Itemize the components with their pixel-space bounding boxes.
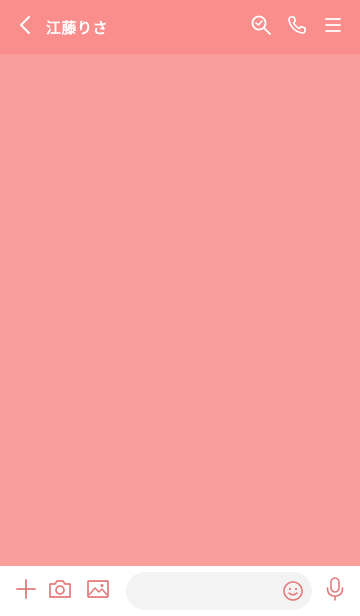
mic-icon — [324, 576, 346, 606]
search-button[interactable] — [248, 14, 274, 40]
camera-icon — [47, 577, 73, 605]
menu-button[interactable] — [320, 14, 346, 40]
phone-icon — [286, 14, 308, 40]
message-input-wrapper[interactable] — [126, 572, 312, 610]
camera-button[interactable] — [45, 576, 75, 606]
chat-message-area[interactable] — [0, 54, 360, 566]
emoji-icon — [282, 581, 304, 606]
message-input[interactable] — [138, 572, 292, 610]
menu-icon — [323, 15, 343, 39]
search-icon — [250, 14, 272, 40]
image-icon — [85, 577, 111, 605]
add-button[interactable] — [11, 576, 41, 606]
voice-button[interactable] — [320, 576, 350, 606]
emoji-button[interactable] — [282, 580, 304, 602]
back-icon — [18, 15, 34, 39]
call-button[interactable] — [284, 14, 310, 40]
chat-title: 江藤りさ — [46, 18, 109, 37]
plus-icon — [14, 577, 38, 605]
chat-header: 江藤りさ — [0, 0, 360, 54]
back-button[interactable] — [6, 0, 46, 54]
header-actions — [248, 14, 346, 40]
image-button[interactable] — [83, 576, 113, 606]
